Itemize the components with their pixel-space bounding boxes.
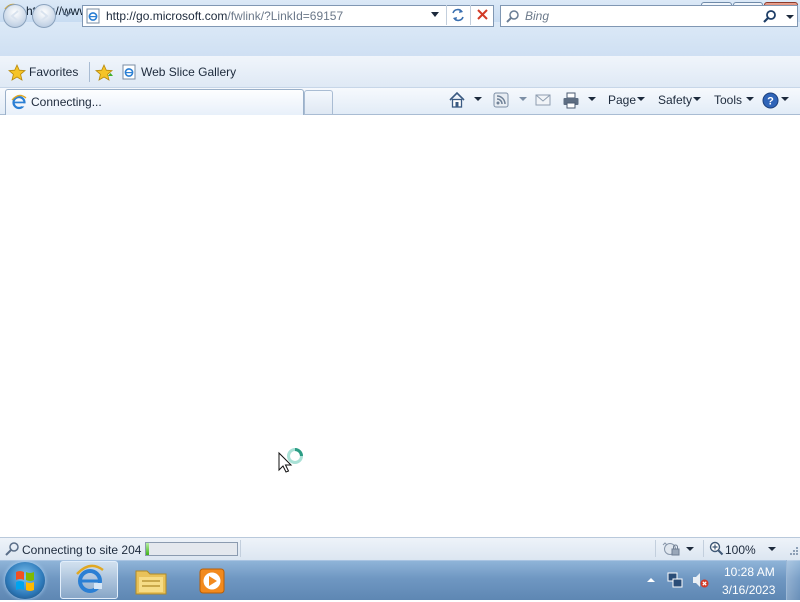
divider bbox=[703, 540, 704, 557]
print-icon[interactable] bbox=[562, 91, 580, 109]
search-icon bbox=[506, 10, 519, 23]
zoom-icon[interactable] bbox=[709, 541, 724, 556]
feeds-icon[interactable] bbox=[493, 92, 509, 108]
tools-menu[interactable]: Tools bbox=[714, 93, 742, 107]
recent-pages-dropdown[interactable] bbox=[62, 9, 72, 21]
chevron-down-icon bbox=[431, 12, 439, 17]
page-content-area[interactable] bbox=[0, 115, 800, 537]
home-dropdown-icon[interactable] bbox=[473, 95, 483, 103]
web-slice-gallery-link[interactable]: Web Slice Gallery bbox=[141, 65, 236, 79]
search-go-icon[interactable] bbox=[762, 9, 778, 25]
chevron-down-icon[interactable] bbox=[636, 95, 646, 103]
chevron-down-icon[interactable] bbox=[692, 95, 702, 103]
search-options-icon[interactable] bbox=[784, 12, 796, 22]
zoom-dropdown-icon[interactable] bbox=[767, 545, 777, 553]
navigation-bar bbox=[0, 22, 800, 56]
taskbar-internet-explorer[interactable] bbox=[60, 561, 118, 599]
stop-button[interactable] bbox=[470, 5, 493, 25]
protected-mode-icon[interactable] bbox=[662, 540, 682, 557]
show-hidden-icons-icon[interactable] bbox=[645, 575, 657, 585]
refresh-icon bbox=[452, 8, 464, 22]
network-icon[interactable] bbox=[666, 571, 684, 589]
add-to-favorites-bar-icon[interactable] bbox=[95, 64, 115, 81]
read-mail-icon[interactable] bbox=[535, 93, 551, 107]
forward-arrow-icon bbox=[40, 10, 49, 22]
new-tab-button[interactable] bbox=[304, 90, 333, 114]
clock-time[interactable]: 10:28 AM bbox=[724, 565, 775, 579]
media-player-icon[interactable] bbox=[197, 566, 227, 596]
resize-grip-icon[interactable] bbox=[787, 545, 799, 559]
help-icon[interactable]: ? bbox=[762, 92, 779, 109]
divider bbox=[240, 540, 241, 557]
compatibility-view-button[interactable] bbox=[446, 5, 469, 25]
favorites-bar bbox=[0, 56, 800, 88]
internet-explorer-icon bbox=[11, 94, 27, 110]
address-host: http://go.microsoft.com bbox=[106, 9, 228, 23]
search-status-icon bbox=[5, 542, 19, 556]
progress-bar bbox=[145, 542, 238, 556]
clock-date[interactable]: 3/16/2023 bbox=[722, 583, 775, 597]
progress-fill bbox=[146, 543, 149, 555]
internet-explorer-icon bbox=[76, 564, 104, 593]
address-path: /fwlink/?LinkId=69157 bbox=[227, 9, 344, 23]
favorites-star-icon[interactable] bbox=[8, 64, 26, 81]
busy-cursor-icon bbox=[278, 448, 303, 473]
favorites-button[interactable]: Favorites bbox=[29, 65, 78, 79]
back-button[interactable] bbox=[3, 4, 27, 28]
divider bbox=[655, 540, 656, 557]
chevron-down-icon bbox=[62, 11, 72, 17]
divider bbox=[89, 62, 90, 82]
status-text: Connecting to site 204 bbox=[22, 543, 142, 557]
chevron-down-icon[interactable] bbox=[745, 95, 755, 103]
start-button[interactable] bbox=[5, 562, 45, 599]
address-dropdown[interactable] bbox=[430, 9, 440, 21]
windows-logo-icon bbox=[16, 571, 34, 591]
show-desktop-button[interactable] bbox=[786, 560, 800, 600]
svg-text:?: ? bbox=[767, 96, 774, 108]
page-icon bbox=[86, 8, 100, 24]
search-placeholder: Bing bbox=[525, 9, 550, 23]
zoom-level[interactable]: 100% bbox=[725, 543, 756, 557]
windows-explorer-icon[interactable] bbox=[133, 565, 169, 597]
stop-icon bbox=[477, 9, 488, 20]
web-slice-page-icon bbox=[122, 64, 136, 80]
page-menu[interactable]: Page bbox=[608, 93, 636, 107]
forward-button[interactable] bbox=[32, 4, 56, 28]
back-arrow-icon bbox=[10, 10, 19, 22]
feeds-dropdown-icon[interactable] bbox=[518, 95, 528, 103]
chevron-down-icon[interactable] bbox=[685, 545, 695, 553]
chevron-down-icon[interactable] bbox=[780, 95, 790, 103]
address-text[interactable]: http://go.microsoft.com/fwlink/?LinkId=6… bbox=[106, 9, 343, 23]
tab-label: Connecting... bbox=[31, 95, 102, 109]
home-icon[interactable] bbox=[448, 91, 466, 109]
safety-menu[interactable]: Safety bbox=[658, 93, 692, 107]
volume-muted-icon[interactable] bbox=[691, 571, 709, 589]
print-dropdown-icon[interactable] bbox=[587, 95, 597, 103]
